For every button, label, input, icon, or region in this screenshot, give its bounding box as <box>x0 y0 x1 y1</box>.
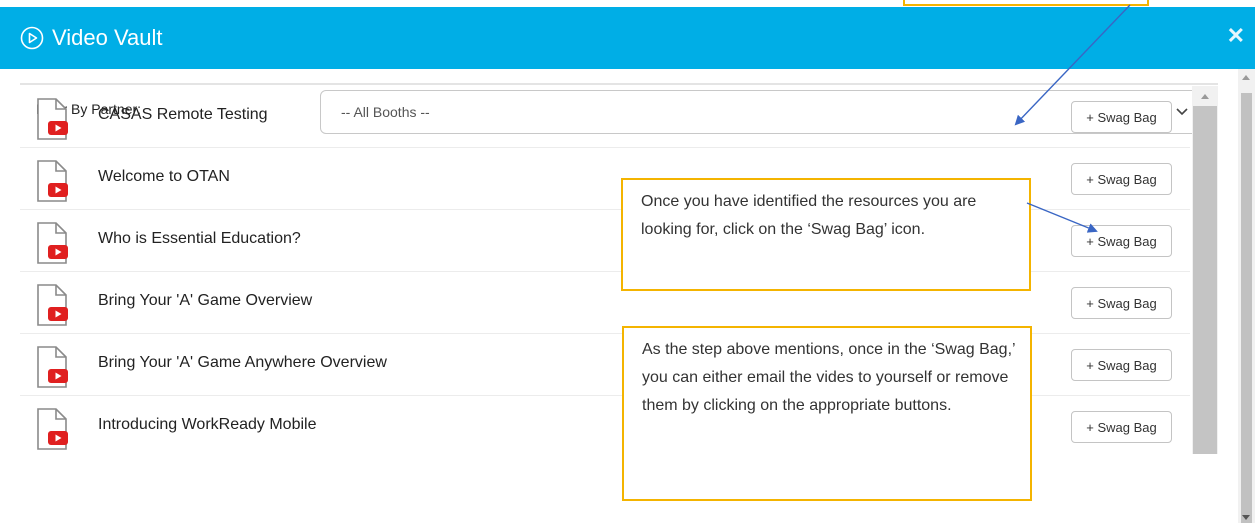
window-scrollbar-thumb[interactable] <box>1241 93 1252 523</box>
add-to-swag-bag-button[interactable]: + Swag Bag <box>1071 225 1172 257</box>
window-header: Video Vault ✕ <box>0 7 1255 69</box>
add-to-swag-bag-button[interactable]: + Swag Bag <box>1071 411 1172 443</box>
scroll-up-arrow-icon[interactable] <box>1242 75 1250 80</box>
video-title[interactable]: Bring Your 'A' Game Anywhere Overview <box>98 354 387 372</box>
video-title[interactable]: CASAS Remote Testing <box>98 106 268 124</box>
play-circle-icon <box>20 26 44 50</box>
video-file-icon <box>37 346 68 388</box>
scroll-down-arrow-icon[interactable] <box>1242 515 1250 520</box>
title-group: Video Vault <box>20 7 163 69</box>
list-divider <box>20 83 1218 85</box>
window-title: Video Vault <box>52 25 163 50</box>
video-title[interactable]: Bring Your 'A' Game Overview <box>98 292 312 310</box>
add-to-swag-bag-button[interactable]: + Swag Bag <box>1071 349 1172 381</box>
add-to-swag-bag-button[interactable]: + Swag Bag <box>1071 101 1172 133</box>
video-file-icon <box>37 408 68 450</box>
add-to-swag-bag-button[interactable]: + Swag Bag <box>1071 163 1172 195</box>
scroll-up-arrow-icon[interactable] <box>1201 94 1209 99</box>
list-scrollbar[interactable] <box>1192 86 1218 454</box>
video-file-icon <box>37 222 68 264</box>
video-title[interactable]: Who is Essential Education? <box>98 230 301 248</box>
video-file-icon <box>37 160 68 202</box>
callout-box-partial <box>903 0 1149 6</box>
window-scrollbar[interactable] <box>1238 69 1255 523</box>
list-scrollbar-thumb[interactable] <box>1193 106 1217 454</box>
video-vault-window: Video Vault ✕ Filter By Partner: -- All … <box>0 0 1255 523</box>
callout-swag-bag-tip: Once you have identified the resources y… <box>621 178 1031 291</box>
callout-swag-bag-actions: As the step above mentions, once in the … <box>622 326 1032 501</box>
close-icon[interactable]: ✕ <box>1227 25 1245 47</box>
video-title[interactable]: Introducing WorkReady Mobile <box>98 416 316 434</box>
video-file-icon <box>37 284 68 326</box>
video-file-icon <box>37 98 68 140</box>
add-to-swag-bag-button[interactable]: + Swag Bag <box>1071 287 1172 319</box>
video-row[interactable]: CASAS Remote Testing + Swag Bag <box>20 86 1190 148</box>
video-title[interactable]: Welcome to OTAN <box>98 168 230 186</box>
